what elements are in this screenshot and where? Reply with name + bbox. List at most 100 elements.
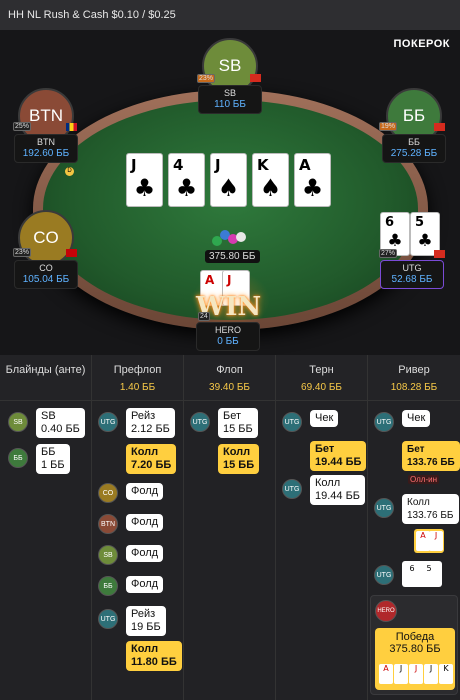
- action-label: Колл: [131, 643, 159, 655]
- mini-card: K: [439, 664, 453, 684]
- card-suit: ♠: [259, 174, 282, 202]
- card-rank: 4: [173, 156, 184, 174]
- player-badge: SB: [8, 412, 28, 432]
- card-suit: ♣: [133, 174, 156, 202]
- seat-name: UTG: [402, 263, 422, 273]
- action-label: Рейз: [131, 410, 156, 422]
- seat-stack: 275.28 ББ: [390, 148, 438, 159]
- hero-action-bubble: Колл 11.80 ББ: [126, 641, 182, 671]
- flag-icon: [250, 74, 261, 82]
- action-bubble: Бет 15 ББ: [218, 408, 258, 438]
- board-card: 4 ♣: [168, 153, 205, 207]
- column-pot: 1.40 ББ: [119, 382, 156, 393]
- dealer-button-icon: D: [65, 167, 74, 176]
- action-label: SB: [41, 410, 56, 422]
- column-header: Префлоп 1.40 ББ: [92, 355, 183, 401]
- flag-icon: [66, 249, 77, 257]
- seat-stack: 105.04 ББ: [22, 274, 70, 285]
- action-label: Бет: [223, 410, 242, 422]
- action-amount: 133.76 ББ: [407, 457, 455, 468]
- mini-card: J: [429, 531, 443, 551]
- column-flop: Флоп 39.40 ББ UTG Бет 15 ББ Колл 15 ББ: [184, 355, 276, 700]
- seat-stack: 110 ББ: [214, 99, 246, 110]
- player-badge: UTG: [98, 412, 118, 432]
- action-amount: 11.80 ББ: [131, 656, 177, 668]
- action-label: Бет: [407, 444, 425, 455]
- action-amount: 7.20 ББ: [131, 459, 172, 471]
- action-bubble: SB 0.40 ББ: [36, 408, 85, 438]
- action-label: Фолд: [131, 516, 159, 528]
- action-label: Колл: [407, 497, 430, 508]
- player-badge: UTG: [374, 498, 394, 518]
- column-title: Префлоп: [113, 364, 162, 376]
- mini-card: J: [394, 664, 408, 684]
- action-amount: 1 ББ: [41, 459, 65, 471]
- mini-card: J: [424, 664, 438, 684]
- seat-name: SB: [223, 88, 236, 98]
- action-label: ББ: [41, 446, 56, 458]
- action-amount: 15 ББ: [223, 423, 253, 435]
- stat-badge-bb: 19%: [379, 122, 398, 131]
- action-bubble: Рейз 2.12 ББ: [126, 408, 175, 438]
- hero-action-bubble: Бет 19.44 ББ: [310, 441, 367, 471]
- action-bubble: Фолд: [126, 483, 164, 500]
- column-header: Блайнды (анте): [0, 355, 91, 401]
- nameplate-sb: SB 110 ББ: [198, 85, 262, 114]
- card-suit: ♣: [417, 231, 433, 251]
- brand-logo: ПОКЕРОК: [393, 38, 450, 50]
- action-label: Чек: [315, 412, 334, 424]
- nameplate-utg: UTG 52.68 ББ: [380, 260, 444, 289]
- card-rank: A: [205, 273, 215, 287]
- winning-hand-cards: A J J J K: [379, 664, 453, 686]
- player-badge: UTG: [374, 565, 394, 585]
- card-suit: ♣: [301, 174, 324, 202]
- card-suit: ♠: [217, 174, 240, 202]
- win-label: Победа: [395, 631, 435, 643]
- stat-badge-co: 23%: [13, 248, 32, 257]
- action-label: Фолд: [131, 485, 159, 497]
- action-label: Колл: [315, 477, 341, 489]
- seat-name: ББ: [408, 137, 420, 147]
- flag-icon: [434, 250, 445, 258]
- all-in-tag: Олл-ин: [408, 475, 440, 484]
- column-title: Флоп: [216, 364, 243, 376]
- card-suit: ♣: [175, 174, 198, 202]
- card-rank: 6: [385, 215, 395, 230]
- nameplate-co: CO 105.04 ББ: [14, 260, 78, 289]
- action-bubble: Фолд: [126, 576, 164, 593]
- action-bubble: Фолд: [126, 545, 164, 562]
- player-badge: UTG: [282, 479, 302, 499]
- hand-history-panel: Блайнды (анте) SB SB 0.40 ББ ББ ББ 1 ББ Пр…: [0, 355, 460, 700]
- action-label: Бет: [315, 443, 335, 455]
- avatar-co[interactable]: CO: [18, 210, 74, 266]
- player-badge: UTG: [374, 412, 394, 432]
- action-label: Колл: [131, 446, 159, 458]
- column-turn: Терн 69.40 ББ UTG Чек Бет 19.44 ББ UTG Кол…: [276, 355, 368, 700]
- window-title: HH NL Rush & Cash $0.10 / $0.25: [0, 0, 460, 30]
- player-badge: UTG: [190, 412, 210, 432]
- hero-action-bubble: Колл 7.20 ББ: [126, 444, 177, 474]
- column-header: Терн 69.40 ББ: [276, 355, 367, 401]
- card-rank: J: [227, 273, 232, 287]
- card-rank: K: [257, 156, 269, 174]
- action-bubble: ББ 1 ББ: [36, 444, 70, 474]
- card-rank: J: [131, 156, 137, 174]
- player-badge: ББ: [98, 576, 118, 596]
- seat-stack: 52.68 ББ: [391, 274, 433, 285]
- column-title: Ривер: [398, 364, 430, 376]
- player-badge: UTG: [98, 609, 118, 629]
- action-bubble: Чек: [402, 410, 431, 427]
- card-suit: ♣: [387, 231, 403, 251]
- action-amount: 15 ББ: [223, 459, 255, 471]
- card-rank: A: [299, 156, 311, 174]
- nameplate-hero: HERO 0 ББ: [196, 322, 260, 351]
- nameplate-btn: BTN 192.60 ББ: [14, 134, 78, 163]
- action-label: Колл: [223, 446, 251, 458]
- mini-card: 6: [405, 564, 419, 584]
- stat-badge-btn: 25%: [13, 122, 32, 131]
- board-card: K ♠: [252, 153, 289, 207]
- player-badge: SB: [98, 545, 118, 565]
- pot-amount: 375.80 ББ: [205, 250, 260, 263]
- column-blinds: Блайнды (анте) SB SB 0.40 ББ ББ ББ 1 ББ: [0, 355, 92, 700]
- action-amount: 2.12 ББ: [131, 423, 170, 435]
